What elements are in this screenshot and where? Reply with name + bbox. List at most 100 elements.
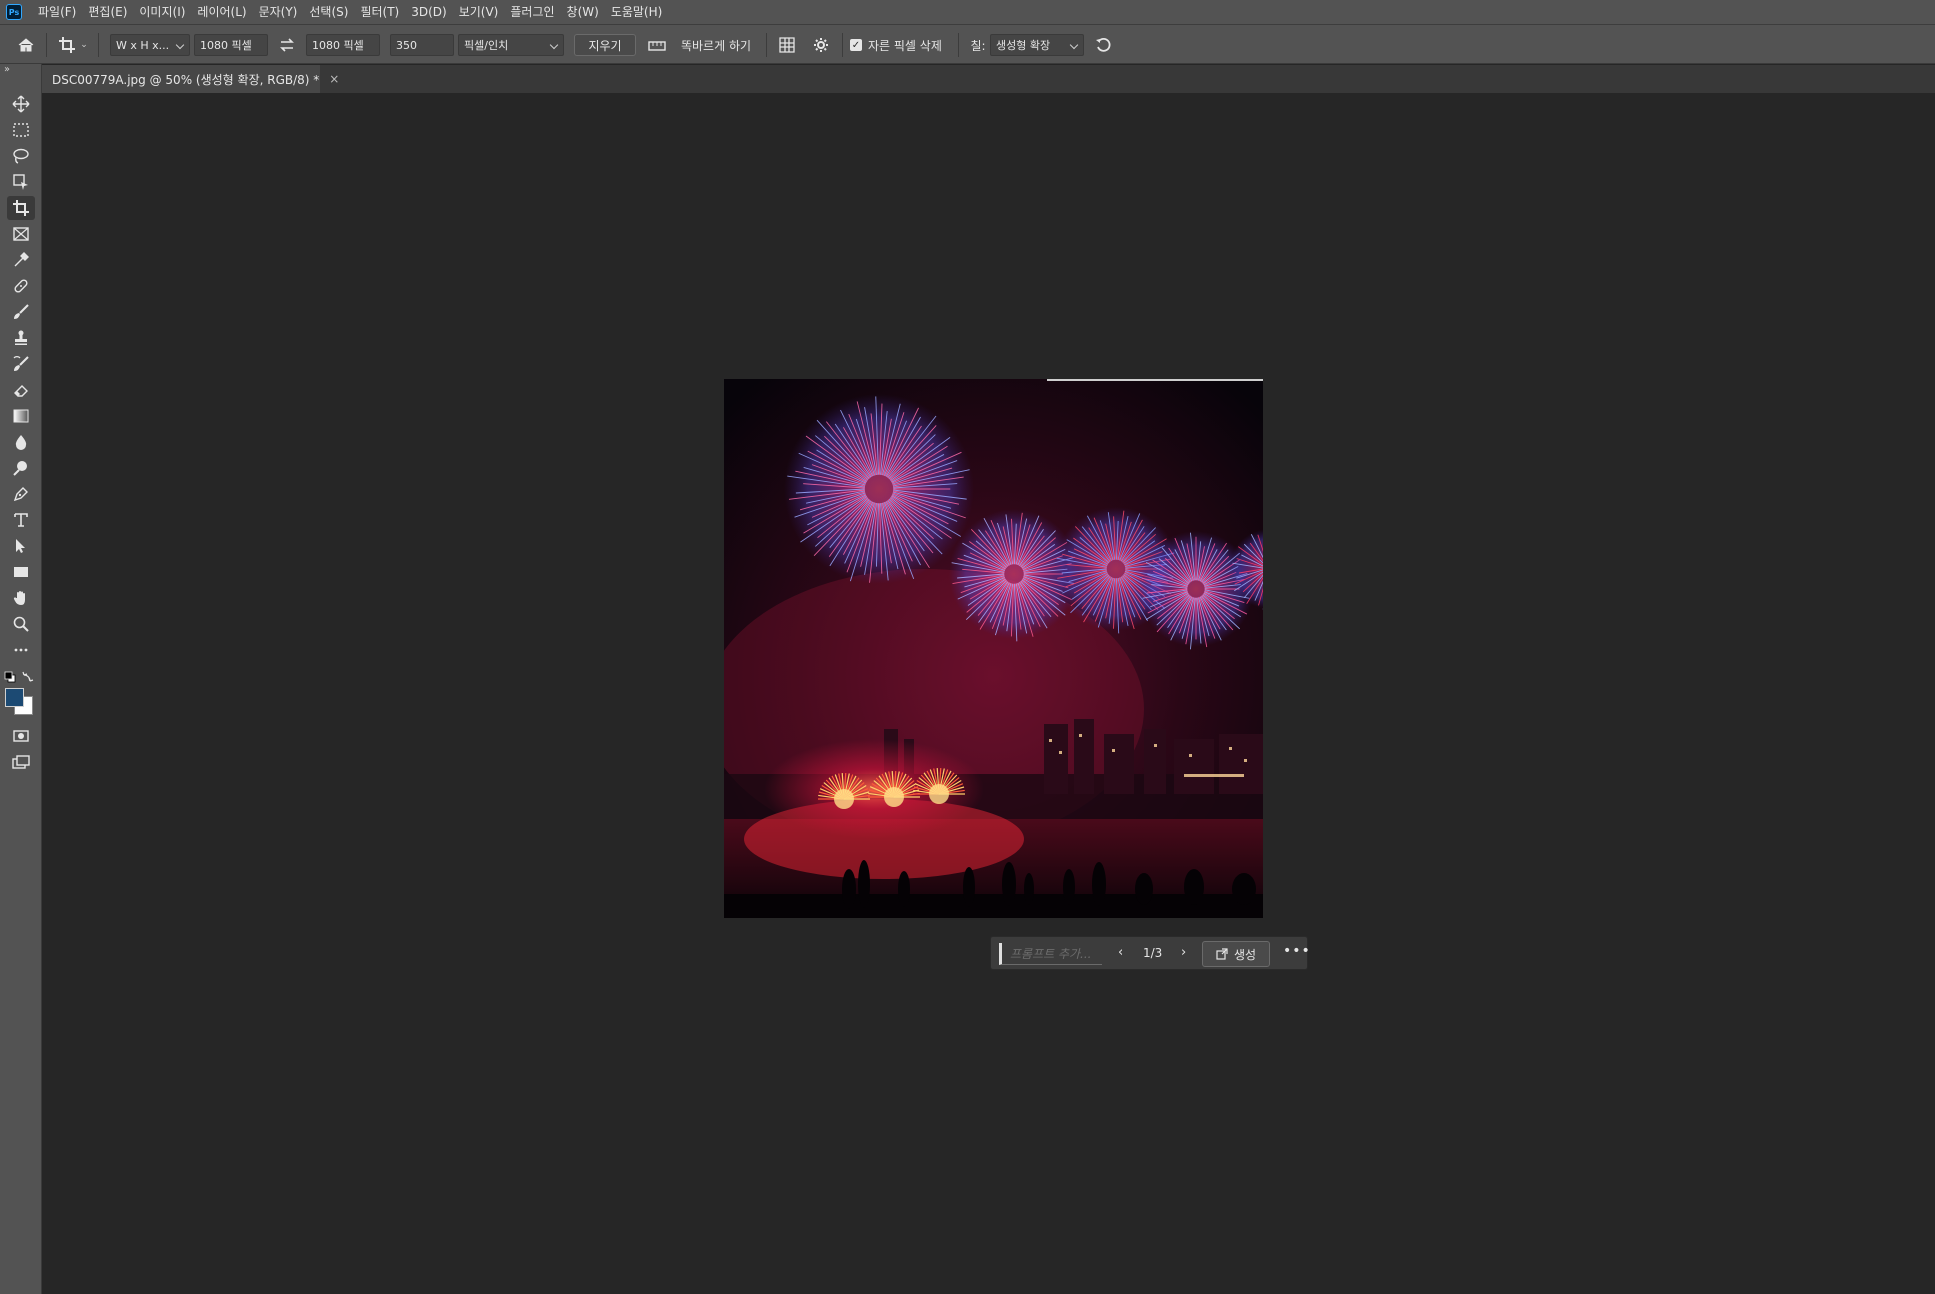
eyedropper-icon [14,252,29,267]
delete-cropped-pixels-label: 자른 픽셀 삭제 [868,38,942,53]
pen-icon [13,487,28,502]
more-options-icon[interactable]: ••• [1283,943,1311,959]
tool-pen[interactable] [7,482,35,506]
menu-type[interactable]: 문자(Y) [253,0,304,24]
menu-filter[interactable]: 필터(T) [354,0,405,24]
hand-icon [13,591,25,605]
prompt-input[interactable]: 프롬프트 추가... [999,943,1102,965]
tool-quick-mask[interactable] [7,724,35,748]
menu-bar: Ps 파일(F) 편집(E) 이미지(I) 레이어(L) 문자(Y) 선택(S)… [0,0,1935,24]
eraser-icon [14,385,28,397]
tool-dodge[interactable] [7,456,35,480]
delete-cropped-pixels-checkbox[interactable]: ✓ 자른 픽셀 삭제 [850,34,958,56]
swap-colors-icon[interactable] [22,668,34,682]
tool-zoom[interactable] [7,612,35,636]
collapse-arrows-icon[interactable]: ›› [4,64,10,75]
rectangle-icon [14,567,28,577]
tool-screen-mode[interactable] [7,750,35,774]
menu-3d[interactable]: 3D(D) [405,0,452,24]
menu-help[interactable]: 도움말(H) [605,0,669,24]
menu-file[interactable]: 파일(F) [32,0,82,24]
tool-path-select[interactable] [7,534,35,558]
options-bar: ⌄ W x H x... 1080 픽셀 1080 픽셀 350 픽셀/인치 지… [0,24,1935,64]
tool-healing[interactable] [7,274,35,298]
tool-gradient[interactable] [7,404,35,428]
tool-lasso[interactable] [7,144,35,168]
tool-rectangle[interactable] [7,560,35,584]
tool-type[interactable] [7,508,35,532]
tool-frame[interactable] [7,222,35,246]
document-tab-title: DSC00779A.jpg @ 50% (생성형 확장, RGB/8) * [52,72,320,87]
menu-layer[interactable]: 레이어(L) [191,0,252,24]
gear-icon [814,38,828,52]
tool-blur[interactable] [7,430,35,454]
contextual-task-bar: 프롬프트 추가... ‹ 1/3 › 생성 ••• [990,936,1311,970]
undo-icon [1096,37,1111,52]
generate-icon [1216,948,1228,960]
photoshop-logo: Ps [6,4,22,20]
tool-crop[interactable] [7,196,35,220]
arrow-cursor-icon [16,539,25,553]
menu-select[interactable]: 선택(S) [303,0,354,24]
height-input[interactable]: 1080 픽셀 [306,34,380,56]
resolution-input[interactable]: 350 [390,34,454,56]
zoom-icon [13,616,29,632]
resolution-unit-select[interactable]: 픽셀/인치 [458,34,564,56]
tool-history-brush[interactable] [7,352,35,376]
close-icon[interactable]: × [329,72,339,86]
swap-dimensions-button[interactable] [276,34,298,56]
fireworks-photo [724,379,1263,918]
width-input[interactable]: 1080 픽셀 [194,34,268,56]
chevron-left-icon[interactable]: ‹ [1118,945,1123,960]
overlay-options-button[interactable] [776,34,798,56]
straighten-button[interactable] [646,34,668,56]
tool-more[interactable] [7,638,35,662]
level-icon [648,41,666,51]
clear-button[interactable]: 지우기 [574,34,636,56]
swap-icon [280,38,294,52]
tool-object-select[interactable] [7,170,35,194]
tool-move[interactable] [7,92,35,116]
menu-image[interactable]: 이미지(I) [133,0,191,24]
foreground-color-swatch[interactable] [5,688,24,707]
document-canvas-image[interactable] [724,379,1263,918]
menu-plugins[interactable]: 플러그인 [504,0,560,24]
photoshop-window: Ps 파일(F) 편집(E) 이미지(I) 레이어(L) 문자(Y) 선택(S)… [0,0,1935,1294]
chevron-down-icon: ⌄ [80,40,88,50]
crop-icon [59,37,76,53]
screen-mode-icon [12,755,30,769]
generate-button[interactable]: 생성 [1202,941,1270,967]
default-colors-icon[interactable] [4,668,16,683]
droplet-icon [15,435,27,450]
reset-button[interactable] [1092,34,1114,56]
history-brush-icon [13,356,29,371]
quick-mask-icon [13,730,29,742]
ratio-preset-select[interactable]: W x H x... [110,34,190,56]
tool-clone-stamp[interactable] [7,326,35,350]
gradient-icon [13,409,29,423]
tool-marquee[interactable] [7,118,35,142]
crop-settings-button[interactable] [810,34,832,56]
menu-view[interactable]: 보기(V) [453,0,505,24]
marquee-icon [13,123,29,137]
grid-icon [779,37,795,53]
tool-brush[interactable] [7,300,35,324]
document-tab[interactable]: DSC00779A.jpg @ 50% (생성형 확장, RGB/8) * × [42,65,339,93]
tool-hand[interactable] [7,586,35,610]
menu-edit[interactable]: 편집(E) [82,0,133,24]
tool-eyedropper[interactable] [7,248,35,272]
lasso-icon [13,148,29,164]
type-icon [14,513,28,527]
menu-window[interactable]: 창(W) [561,0,605,24]
canvas-area[interactable]: 프롬프트 추가... ‹ 1/3 › 생성 ••• [42,93,1935,1294]
stamp-icon [15,330,27,345]
chevron-right-icon[interactable]: › [1181,945,1186,960]
home-button[interactable] [14,34,38,56]
tool-preset-picker[interactable]: ⌄ [56,34,90,56]
straighten-label[interactable]: 똑바르게 하기 [678,34,754,56]
fill-select[interactable]: 생성형 확장 [990,34,1084,56]
checkbox-checked-icon: ✓ [850,39,862,51]
tool-eraser[interactable] [7,378,35,402]
brush-icon [14,304,29,319]
crop-icon [13,200,29,216]
